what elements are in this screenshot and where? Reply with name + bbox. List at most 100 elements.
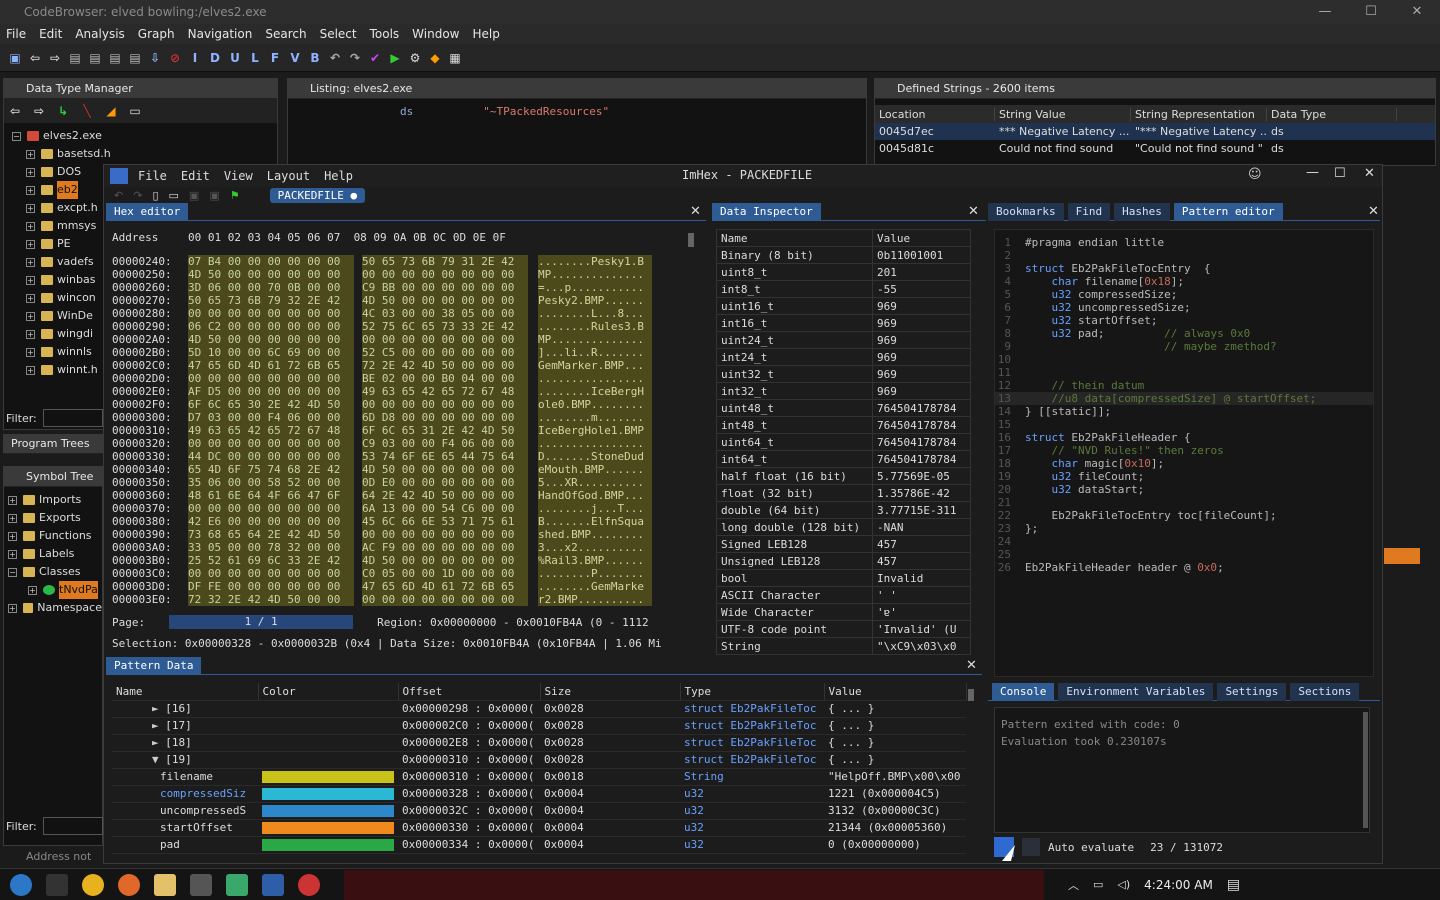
forward-icon[interactable]: ⇨	[48, 51, 62, 65]
ascii-text[interactable]: HandOfGod.BMP...	[538, 489, 652, 502]
ascii-text[interactable]: ........P.......	[538, 567, 652, 580]
table-row[interactable]: uint64_t 764504178784	[716, 433, 971, 451]
hex-bytes[interactable]: 52 75 6C 65 73 33 2E 42	[362, 320, 528, 333]
l-icon[interactable]: L	[248, 51, 262, 65]
hex-bytes[interactable]: 4D 50 00 00 00 00 00 00	[362, 463, 528, 476]
table-row[interactable]: uint8_t 201	[716, 263, 971, 281]
pattern-code-editor[interactable]: 1 #pragma endian little 2 3 struct Eb2PakFil…	[994, 229, 1374, 677]
minimize-icon[interactable]: —	[1302, 0, 1348, 24]
diamond-icon[interactable]: ◆	[428, 51, 442, 65]
table-row[interactable]: startOffset 0x00000330 : 0x0000(0x0004 u32…	[112, 819, 966, 837]
page-slider[interactable]: 1 / 1	[169, 615, 354, 629]
tab-sections[interactable]: Sections	[1290, 682, 1360, 701]
check-icon[interactable]: ✔	[368, 51, 382, 65]
hex-bytes[interactable]: 00 00 00 00 00 00 00 00	[362, 398, 528, 411]
close-icon[interactable]: ✕	[690, 204, 701, 219]
column-header[interactable]: Color	[258, 683, 399, 701]
menu-item[interactable]: Analysis	[75, 27, 124, 41]
notification-icon[interactable]: ▤	[1227, 877, 1240, 893]
hex-bytes[interactable]: 6A 13 00 00 54 C6 00 00	[362, 502, 528, 515]
menu-item[interactable]: Select	[320, 27, 357, 41]
redo-icon[interactable]: ↷	[133, 189, 142, 202]
ascii-text[interactable]: %Rail3.BMP......	[538, 554, 652, 567]
hex-bytes[interactable]: 45 6C 66 6E 53 71 75 61	[362, 515, 528, 528]
task-view-icon[interactable]	[46, 873, 68, 896]
table-row[interactable]: filename 0x00000310 : 0x0000(0x0018 String…	[112, 768, 966, 786]
tab-environment-variables[interactable]: Environment Variables	[1058, 682, 1214, 701]
hex-bytes[interactable]: 5D 10 00 00 6C 69 00 00	[188, 346, 354, 359]
ascii-text[interactable]: MP..............	[538, 268, 652, 281]
table-row[interactable]: UTF-8 code point 'Invalid' (U	[716, 620, 971, 638]
hex-bytes[interactable]: 48 61 6E 64 4F 66 47 6F	[188, 489, 354, 502]
table-row[interactable]: uint24_t 969	[716, 331, 971, 349]
table-row[interactable]: ► [17] 0x000002C0 : 0x0000(0x0028 struct E…	[112, 717, 966, 735]
run-icon[interactable]: ▶	[388, 51, 402, 65]
menu-item[interactable]: Graph	[138, 27, 175, 41]
i-icon[interactable]: I	[188, 51, 202, 65]
hex-bytes[interactable]: 73 68 65 64 2E 42 4D 50	[188, 528, 354, 541]
menu-item[interactable]: Navigation	[188, 27, 253, 41]
hex-bytes[interactable]: 6D D8 00 00 00 00 00 00	[362, 411, 528, 424]
hex-scrollbar[interactable]	[688, 233, 694, 247]
7zip-icon[interactable]	[190, 873, 212, 896]
menu-item[interactable]: Edit	[39, 27, 62, 41]
tree-item[interactable]: + basetsd.h	[12, 145, 277, 163]
clock[interactable]: 4:24:00 AM	[1144, 878, 1213, 892]
tab-hex-editor[interactable]: Hex editor	[106, 202, 189, 221]
ascii-text[interactable]: =...p...........	[538, 281, 652, 294]
table-row[interactable]: uint48_t 764504178784	[716, 399, 971, 417]
network-icon[interactable]: ▭	[1093, 878, 1103, 891]
table-row[interactable]: int16_t 969	[716, 314, 971, 332]
table-row[interactable]: 0045d7ec *** Negative Latency ... "*** Neg…	[875, 123, 1435, 140]
ascii-text[interactable]: ]...li..R.......	[538, 346, 652, 359]
console-scrollbar[interactable]	[1363, 712, 1368, 828]
filter-input[interactable]	[42, 817, 103, 835]
table-row[interactable]: long double (128 bit) -NAN	[716, 518, 971, 536]
expand-arrow-icon[interactable]: ►	[152, 736, 165, 749]
table-row[interactable]: double (64 bit) 3.77715E-311	[716, 501, 971, 519]
menu-item[interactable]: Layout	[267, 169, 310, 183]
hex-bytes[interactable]: AC F9 00 00 00 00 00 00	[362, 541, 528, 554]
tab-pattern-data[interactable]: Pattern Data	[106, 656, 202, 675]
table-row[interactable]: uint16_t 969	[716, 297, 971, 315]
hex-bytes[interactable]: 00 00 00 00 00 00 00 00	[362, 268, 528, 281]
ascii-text[interactable]: ........IceBergH	[538, 385, 652, 398]
ascii-text[interactable]: 5...XR..........	[538, 476, 652, 489]
table-row[interactable]: uncompressedS 0x0000032C : 0x0000(0x0004 u…	[112, 802, 966, 820]
table-row[interactable]: Binary (8 bit) 0b11001001	[716, 246, 971, 264]
d-icon[interactable]: D	[208, 51, 222, 65]
table-row[interactable]: compressedSiz 0x00000328 : 0x0000(0x0004 u…	[112, 785, 966, 803]
hex-bytes[interactable]: 72 2E 42 4D 50 00 00 00	[362, 359, 528, 372]
column-header[interactable]: Name	[112, 683, 259, 701]
hex-bytes[interactable]: 52 C5 00 00 00 00 00 00	[362, 346, 528, 359]
stop-icon[interactable]: ⊘	[168, 51, 182, 65]
table-row[interactable]: ► [18] 0x000002E8 : 0x0000(0x0028 struct E…	[112, 734, 966, 752]
column-header[interactable]: String Representation	[1131, 107, 1267, 121]
hex-bytes[interactable]: 3D 06 00 00 70 0B 00 00	[188, 281, 354, 294]
hex-bytes[interactable]: 35 06 00 00 58 52 00 00	[188, 476, 354, 489]
hex-bytes[interactable]: 00 00 00 00 00 00 00 00	[362, 528, 528, 541]
table-row[interactable]: int8_t -55	[716, 280, 971, 298]
hex-bytes[interactable]: 06 C2 00 00 00 00 00 00	[188, 320, 354, 333]
symbol-tree-item[interactable]: − Classes	[8, 563, 102, 581]
ascii-text[interactable]: eMouth.BMP......	[538, 463, 652, 476]
program-trees-tab[interactable]: Program Trees	[3, 434, 103, 454]
ascii-text[interactable]: ........Pesky1.B	[538, 255, 652, 268]
table-row[interactable]: Wide Character'ɐ'	[716, 603, 971, 621]
menu-item[interactable]: View	[224, 169, 253, 183]
ascii-text[interactable]: ole0.BMP........	[538, 398, 652, 411]
menu-item[interactable]: Edit	[181, 169, 210, 183]
column-header[interactable]: Size	[540, 683, 681, 701]
tab-find[interactable]: Find	[1067, 202, 1111, 221]
hex-bytes[interactable]: 07 B4 00 00 00 00 00 00	[188, 255, 354, 268]
tree-root[interactable]: − elves2.exe	[12, 127, 277, 145]
ascii-text[interactable]: MP..............	[538, 333, 652, 346]
b-icon[interactable]: B	[308, 51, 322, 65]
menu-item[interactable]: Help	[324, 169, 353, 183]
file-tab-packedfile[interactable]: PACKEDFILE ●	[269, 187, 366, 203]
column-header[interactable]: Location	[875, 107, 995, 121]
symbol-tree-class-item[interactable]: + tNvdPa	[8, 581, 102, 599]
v-icon[interactable]: V	[288, 51, 302, 65]
table-row[interactable]: Signed LEB128 457	[716, 535, 971, 553]
doc-icon[interactable]: ▤	[88, 51, 102, 65]
